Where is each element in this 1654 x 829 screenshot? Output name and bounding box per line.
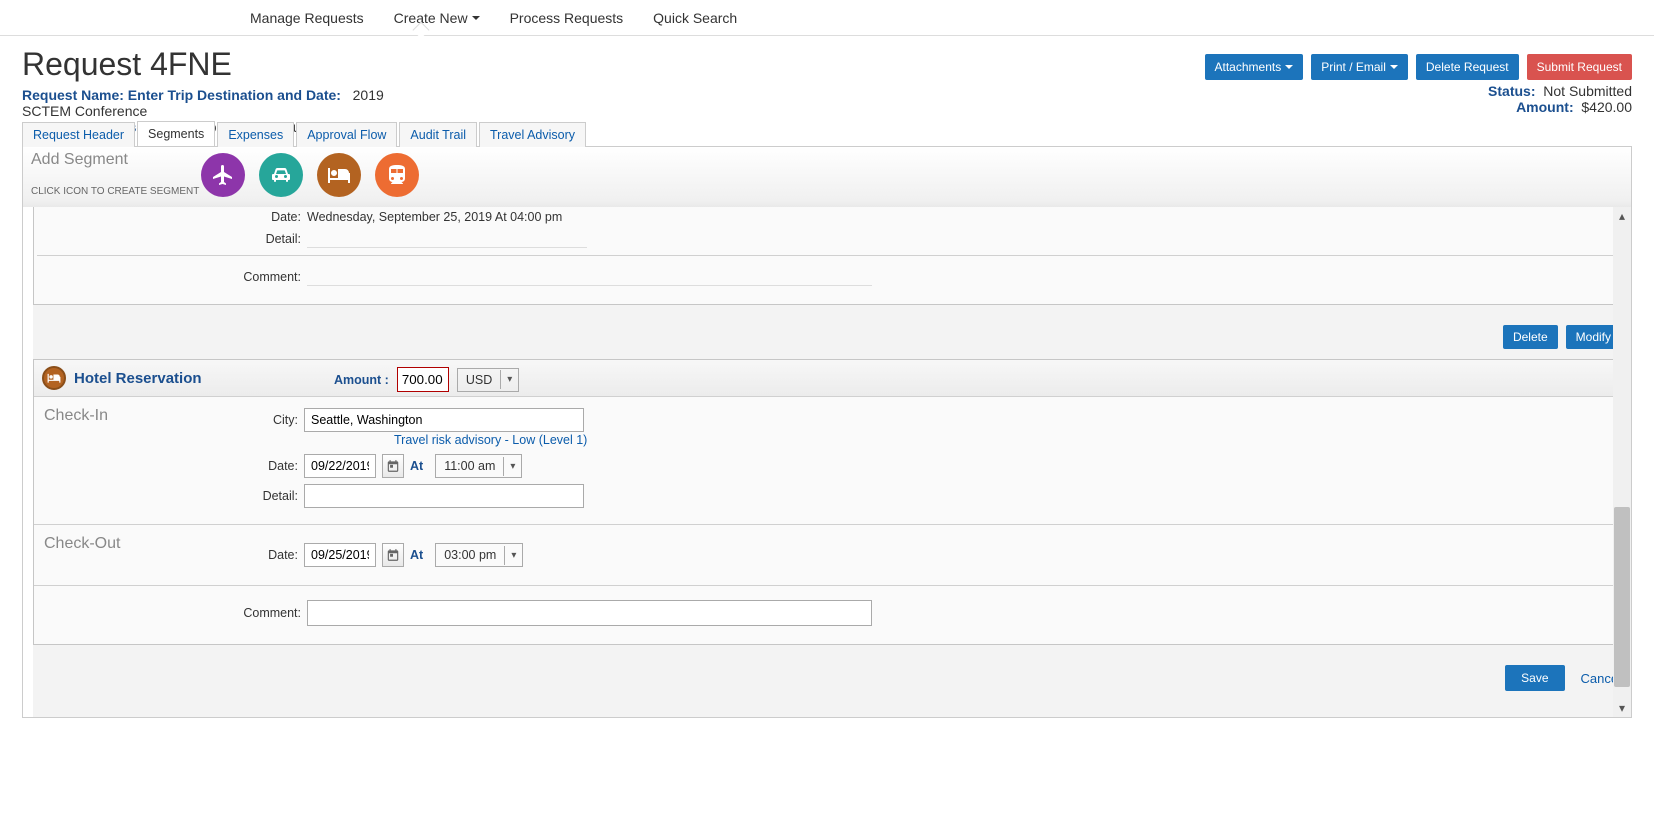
prev-comment-value <box>307 268 872 286</box>
prev-detail-label: Detail: <box>42 232 307 246</box>
tab-expenses[interactable]: Expenses <box>217 122 294 147</box>
tab-travel-advisory[interactable]: Travel Advisory <box>479 122 586 147</box>
request-name-year: 2019 <box>353 87 384 103</box>
print-email-button[interactable]: Print / Email <box>1311 54 1408 80</box>
nav-create-new[interactable]: Create New <box>394 10 480 26</box>
tab-segments[interactable]: Segments <box>137 121 215 146</box>
chevron-down-icon: ▾ <box>503 457 521 476</box>
checkout-date-label: Date: <box>214 548 304 562</box>
at-label: At <box>410 548 423 562</box>
prev-comment-label: Comment: <box>42 270 307 284</box>
add-segment-text: Add Segment CLICK ICON TO CREATE SEGMENT <box>31 151 201 198</box>
comment-input[interactable] <box>307 600 872 626</box>
hotel-icon[interactable] <box>317 153 361 197</box>
scroll-down-icon[interactable]: ▾ <box>1619 701 1625 715</box>
page-title: Request 4FNE <box>22 46 232 83</box>
checkin-date-input[interactable] <box>304 454 376 478</box>
travel-advisory-link[interactable]: Travel risk advisory - Low (Level 1) <box>214 433 1620 447</box>
hotel-icon <box>42 366 66 390</box>
hotel-segment-header: Hotel Reservation <box>34 360 1620 397</box>
checkout-section: Check-Out Date: At <box>34 525 1620 586</box>
add-segment-bar: Add Segment CLICK ICON TO CREATE SEGMENT <box>23 147 1631 207</box>
request-name-value <box>345 87 353 103</box>
add-segment-hint: CLICK ICON TO CREATE SEGMENT <box>31 185 201 198</box>
segments-scroll-inner[interactable]: Date: Wednesday, September 25, 2019 At 0… <box>33 207 1621 717</box>
submit-request-button[interactable]: Submit Request <box>1527 54 1632 80</box>
prev-date-value: Wednesday, September 25, 2019 At 04:00 p… <box>307 210 1612 224</box>
city-input[interactable] <box>304 408 584 432</box>
calendar-icon[interactable] <box>382 454 404 478</box>
prev-detail-value <box>307 230 587 248</box>
save-button[interactable]: Save <box>1505 665 1564 691</box>
tab-audit-trail[interactable]: Audit Trail <box>399 122 477 147</box>
top-nav: Manage Requests Create New Process Reque… <box>0 0 1654 36</box>
hotel-actions: Save Cancel <box>33 655 1621 701</box>
nav-quick-search[interactable]: Quick Search <box>653 10 737 26</box>
detail-label: Detail: <box>214 489 304 503</box>
scrollbar[interactable]: ▴ ▾ <box>1613 207 1631 717</box>
car-icon[interactable] <box>259 153 303 197</box>
hotel-currency-select[interactable]: USD ▾ <box>457 368 519 392</box>
hotel-amount-label: Amount : <box>334 373 389 387</box>
segments-pane: Add Segment CLICK ICON TO CREATE SEGMENT <box>22 147 1632 718</box>
checkin-time-value: 11:00 am <box>436 455 503 477</box>
nav-create-new-label: Create New <box>394 10 468 26</box>
attachments-button[interactable]: Attachments <box>1205 54 1304 80</box>
page-header: Request 4FNE Attachments Print / Email D… <box>0 36 1654 87</box>
detail-input[interactable] <box>304 484 584 508</box>
nav-manage-requests[interactable]: Manage Requests <box>250 10 364 26</box>
at-label: At <box>410 459 423 473</box>
checkin-time-select[interactable]: 11:00 am ▾ <box>435 454 522 478</box>
nav-process-requests[interactable]: Process Requests <box>510 10 624 26</box>
previous-segment-card: Date: Wednesday, September 25, 2019 At 0… <box>33 207 1621 305</box>
comment-label: Comment: <box>42 606 307 620</box>
add-segment-title: Add Segment <box>31 151 201 169</box>
print-email-label: Print / Email <box>1321 60 1386 74</box>
hotel-amount-block: Amount : USD ▾ <box>334 367 519 392</box>
segment-type-icons <box>201 151 419 197</box>
segments-scroll-area: Date: Wednesday, September 25, 2019 At 0… <box>23 207 1631 717</box>
delete-request-button[interactable]: Delete Request <box>1416 54 1519 80</box>
checkin-title: Check-In <box>34 405 214 431</box>
checkout-time-value: 03:00 pm <box>436 544 504 566</box>
checkin-section: Check-In City: Travel risk advisory - Lo… <box>34 397 1620 525</box>
status-label: Status: <box>1488 83 1535 99</box>
status-value: Not Submitted <box>1543 83 1632 99</box>
hotel-segment-card: Hotel Reservation Amount : USD ▾ <box>33 359 1621 645</box>
attachments-label: Attachments <box>1215 60 1282 74</box>
flight-icon[interactable] <box>201 153 245 197</box>
delete-button[interactable]: Delete <box>1503 325 1558 349</box>
chevron-down-icon <box>1390 65 1398 69</box>
chevron-down-icon: ▾ <box>504 546 522 565</box>
header-actions: Attachments Print / Email Delete Request… <box>1205 46 1633 80</box>
amount-label: Amount: <box>1516 99 1574 115</box>
tabs: Request Header Segments Expenses Approva… <box>22 121 1632 147</box>
calendar-icon[interactable] <box>382 543 404 567</box>
hotel-amount-input[interactable] <box>397 367 449 392</box>
checkin-date-label: Date: <box>214 459 304 473</box>
scroll-up-icon[interactable]: ▴ <box>1619 209 1625 223</box>
chevron-down-icon: ▾ <box>500 370 518 389</box>
tab-request-header[interactable]: Request Header <box>22 122 135 147</box>
prev-date-label: Date: <box>42 210 307 224</box>
comment-section: Comment: <box>34 586 1620 644</box>
tab-approval-flow[interactable]: Approval Flow <box>296 122 397 147</box>
hotel-currency-value: USD <box>458 369 500 391</box>
checkout-date-input[interactable] <box>304 543 376 567</box>
rail-icon[interactable] <box>375 153 419 197</box>
city-label: City: <box>214 413 304 427</box>
scrollbar-thumb[interactable] <box>1614 507 1630 687</box>
amount-value: $420.00 <box>1581 99 1632 115</box>
request-name-label: Request Name: Enter Trip Destination and… <box>22 87 341 103</box>
checkout-title: Check-Out <box>34 533 214 559</box>
chevron-down-icon <box>1285 65 1293 69</box>
checkout-time-select[interactable]: 03:00 pm ▾ <box>435 543 523 567</box>
hotel-title: Hotel Reservation <box>74 370 1612 387</box>
prev-segment-actions: Delete Modify <box>33 315 1621 359</box>
chevron-down-icon <box>472 16 480 20</box>
